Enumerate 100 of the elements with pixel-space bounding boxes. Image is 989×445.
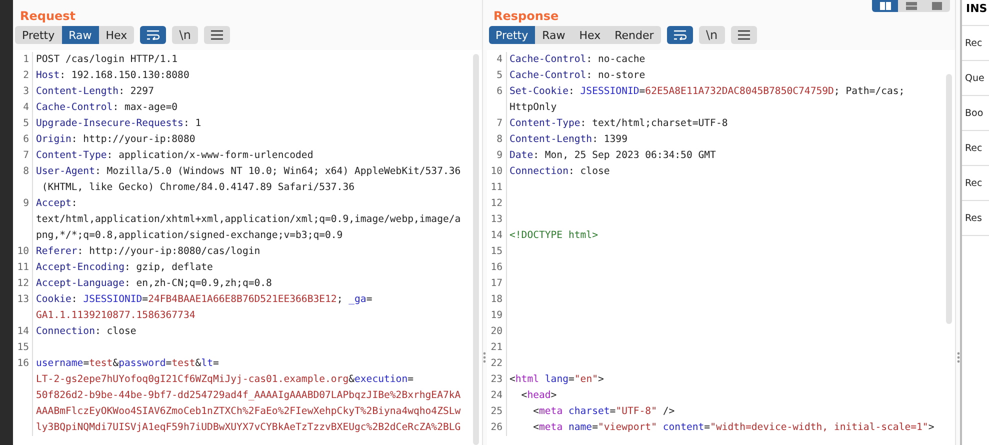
code-line: Set-Cookie: JSESSIONID=62E5A8E11A732DAC8045B7850C74759D; Path=/cas;: [510, 85, 905, 99]
drag-handle-icon[interactable]: [956, 352, 960, 363]
code-line: <!DOCTYPE html>: [510, 229, 598, 243]
code-line: png,*/*;q=0.8,application/signed-exchange;v=b3;q=0.9: [36, 229, 343, 243]
scrollbar-thumb[interactable]: [472, 54, 478, 445]
line-number: 6: [496, 86, 502, 97]
view-tab[interactable]: Hex: [98, 26, 134, 44]
code-line: Upgrade-Insecure-Requests: 1: [36, 117, 202, 131]
code-line: Cache-Control: no-cache: [510, 53, 646, 67]
line-number: 9: [496, 150, 502, 161]
inspector-item[interactable]: Res: [962, 201, 989, 236]
line-number: 11: [17, 262, 29, 273]
line-number: 12: [490, 198, 502, 209]
line-number: 14: [17, 326, 29, 337]
code-line: <meta name="viewport" content="width=device-width, initial-scale=1">: [532, 421, 934, 435]
view-tab[interactable]: Pretty: [15, 26, 62, 44]
inspector-title: INS: [962, 0, 989, 26]
code-line: LT-2-gs2epe7hUYofoq0gI21Cf6WZqMiJyj-cas01.example.org&execution=: [36, 373, 414, 387]
panel-title: Response: [494, 9, 559, 23]
line-number: 7: [496, 118, 502, 129]
line-number: 18: [490, 294, 502, 305]
line-number: 13: [17, 294, 29, 305]
inspector-item[interactable]: Boo: [962, 96, 989, 131]
code-line: <html lang="en">: [510, 373, 604, 387]
line-number: 26: [490, 422, 502, 433]
code-line: POST /cas/login HTTP/1.1: [36, 53, 178, 67]
code-line: username=test&password=test&lt=: [36, 357, 219, 371]
square-icon: [932, 2, 942, 10]
view-tab[interactable]: Hex: [572, 26, 608, 44]
inspector-item[interactable]: Rec: [962, 131, 989, 166]
code-line: Connection: close: [36, 325, 136, 339]
view-tab[interactable]: Pretty: [488, 26, 536, 44]
line-number: 24: [490, 390, 502, 401]
line-number: 5: [496, 70, 502, 81]
line-number: 7: [23, 150, 29, 161]
line-number: 1: [23, 54, 29, 65]
code-line: Referer: http://your-ip:8080/cas/login: [36, 245, 260, 259]
line-number: 4: [23, 102, 29, 113]
code-line: Content-Type: application/x-www-form-urlencoded: [36, 149, 314, 163]
wrap-toggle[interactable]: [140, 26, 166, 44]
line-number: 4: [496, 54, 502, 65]
wrap-icon: [146, 30, 160, 40]
line-number: 19: [490, 310, 502, 321]
code-line: ly3BQpiNQMdi7UISVjA1eqF59h7iUDBwXUYX7vCYBkAeTzTzzvBXEUgc%2B2dCeRcZA%2BLG: [36, 421, 461, 435]
line-number: 21: [490, 342, 502, 353]
wrap-icon: [672, 30, 687, 40]
code-editor[interactable]: [13, 50, 482, 445]
wrap-toggle[interactable]: [666, 26, 693, 44]
line-number: 8: [23, 166, 29, 177]
view-tab[interactable]: Render: [608, 26, 661, 44]
scrollbar-thumb[interactable]: [946, 74, 952, 324]
line-number: 15: [17, 342, 29, 353]
drag-handle-icon[interactable]: [483, 352, 486, 363]
code-line: Connection: close: [510, 165, 610, 179]
code-line: Cache-Control: no-store: [510, 69, 646, 83]
line-number: 17: [490, 278, 502, 289]
code-line: Cache-Control: max-age=0: [36, 101, 178, 115]
code-line: Origin: http://your-ip:8080: [36, 133, 196, 147]
line-number: 22: [490, 358, 502, 369]
code-line: <meta charset="UTF-8" />: [532, 405, 675, 419]
line-number: 5: [23, 118, 29, 129]
code-line: Accept-Encoding: gzip, deflate: [36, 261, 213, 275]
line-number: 11: [490, 182, 502, 193]
code-line: Accept-Language: en,zh-CN;q=0.9,zh;q=0.8: [36, 277, 272, 291]
code-line: Host: 192.168.150.130:8080: [36, 69, 190, 83]
view-tab[interactable]: Raw: [535, 26, 572, 44]
line-number: 10: [17, 246, 29, 257]
view-tab[interactable]: Raw: [62, 26, 99, 44]
line-number: 2: [23, 70, 29, 81]
code-line: HttpOnly: [510, 101, 557, 115]
line-number: 15: [490, 246, 502, 257]
menu-button[interactable]: [204, 26, 230, 44]
inspector-item[interactable]: Rec: [962, 26, 989, 61]
code-line: User-Agent: Mozilla/5.0 (Windows NT 10.0; Win64; x64) AppleWebKit/537.36: [36, 165, 461, 179]
line-number: 10: [490, 166, 502, 177]
line-number: 20: [490, 326, 502, 337]
menu-button[interactable]: [730, 26, 757, 44]
line-number: 14: [490, 230, 502, 241]
code-line: AAABmFlczEyOKWoo4SIAV6ZmoCeb1nZTXCh%2FaEo%2FIewXehpCkyT%2Biyna4wqho4ZSLw: [36, 405, 461, 419]
menu-icon: [211, 30, 224, 40]
code-line: Content-Length: 2297: [36, 85, 154, 99]
line-number: 16: [17, 358, 29, 369]
panel-title: Request: [20, 9, 76, 23]
code-line: Cookie: JSESSIONID=24FB4BAAE1A66E8B76D521EE366B3E12; _ga=: [36, 293, 372, 307]
inspector-item[interactable]: Rec: [962, 166, 989, 201]
line-number: 8: [496, 134, 502, 145]
newline-toggle[interactable]: \n: [698, 26, 725, 44]
code-line: text/html,application/xhtml+xml,application/xml;q=0.9,image/webp,image/a: [36, 213, 461, 227]
layout-button[interactable]: [872, 0, 898, 12]
line-number: 6: [23, 134, 29, 145]
newline-toggle[interactable]: \n: [172, 26, 198, 44]
code-line: <head>: [520, 389, 557, 403]
code-line: 50f826d2-b9be-44be-9bf7-dd254729ad4f_AAAAIgAAABD07LAPbqzJIBe%2BxrhgEA7kA: [36, 389, 461, 403]
line-number: 13: [490, 214, 502, 225]
line-number: 16: [490, 262, 502, 273]
code-line: Content-Length: 1399: [510, 133, 628, 147]
code-line: (KHTML, like Gecko) Chrome/84.0.4147.89 Safari/537.36: [40, 181, 355, 195]
line-number: 3: [23, 86, 29, 97]
inspector-item[interactable]: Que: [962, 61, 989, 96]
menu-icon: [738, 30, 750, 40]
